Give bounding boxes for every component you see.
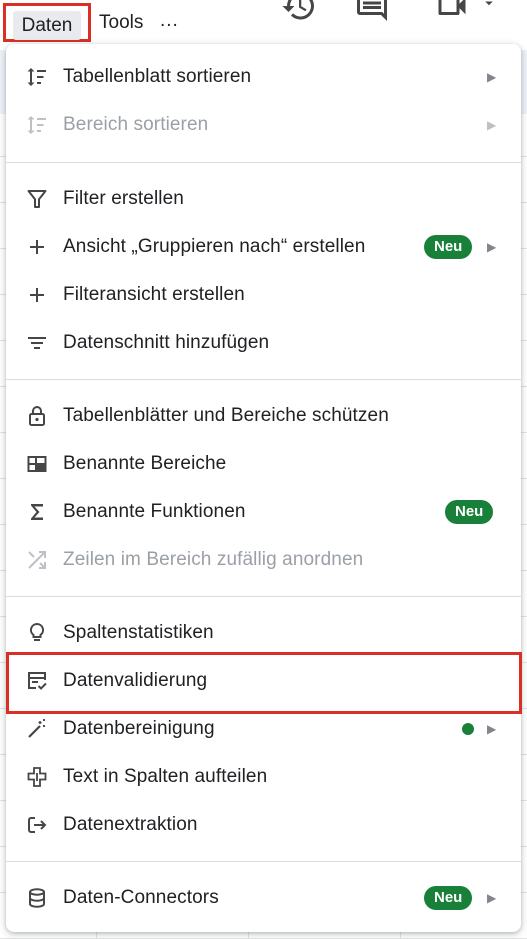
menu-daten[interactable]: Daten <box>13 11 81 40</box>
shuffle-icon <box>28 551 46 569</box>
menu-item-group-by-view[interactable]: Ansicht „Gruppieren nach“ erstellen Neu … <box>6 223 521 271</box>
menu-item-sort-range: Bereich sortieren ▶ <box>6 101 521 149</box>
menu-item-named-ranges[interactable]: Benannte Bereiche <box>6 440 521 488</box>
named-ranges-icon <box>27 456 47 472</box>
menu-item-data-extraction[interactable]: Datenextraktion <box>6 801 521 849</box>
menu-item-column-stats[interactable]: Spaltenstatistiken <box>6 609 521 657</box>
sigma-icon <box>31 504 43 520</box>
slicer-icon <box>28 337 46 349</box>
menu-item-split-text[interactable]: Text in Spalten aufteilen <box>6 753 521 801</box>
menu-item-label: Tabellenblatt sortieren <box>63 66 252 87</box>
new-badge: Neu <box>424 886 473 910</box>
history-icon[interactable] <box>281 0 317 24</box>
menu-item-label: Tabellenblätter und Bereiche schützen <box>63 405 389 426</box>
menu-divider <box>6 379 521 380</box>
submenu-arrow-icon: ▶ <box>487 891 497 905</box>
menu-item-label: Filteransicht erstellen <box>63 284 245 305</box>
magic-wand-icon <box>28 719 45 738</box>
menu-item-label: Spaltenstatistiken <box>63 622 214 643</box>
menu-item-label: Datenschnitt hinzufügen <box>63 332 270 353</box>
menu-tools[interactable]: Tools <box>99 12 143 34</box>
comment-icon[interactable] <box>354 0 390 24</box>
submenu-arrow-icon: ▶ <box>487 70 497 84</box>
sort-icon <box>27 68 46 86</box>
daten-menu-dropdown: Tabellenblatt sortieren ▶ Bereich sortie… <box>6 44 522 932</box>
sort-icon <box>27 116 46 134</box>
menu-item-create-filter-view[interactable]: Filteransicht erstellen <box>6 271 521 319</box>
video-icon[interactable] <box>434 0 470 24</box>
new-badge: Neu <box>445 500 494 524</box>
status-dot <box>462 723 474 735</box>
menu-item-label: Daten-Connectors <box>63 887 219 908</box>
new-badge: Neu <box>424 235 473 259</box>
menu-item-add-slicer[interactable]: Datenschnitt hinzufügen <box>6 319 521 367</box>
menu-bar: Daten Tools ... <box>0 0 527 50</box>
lightbulb-icon <box>29 622 45 641</box>
menu-item-label: Filter erstellen <box>63 188 184 209</box>
menu-divider <box>6 596 521 597</box>
menu-item-named-functions[interactable]: Benannte Funktionen Neu <box>6 488 521 536</box>
filter-icon <box>27 190 47 208</box>
menu-item-data-connectors[interactable]: Daten-Connectors Neu ▶ <box>6 874 521 922</box>
menu-more[interactable]: ... <box>160 10 179 32</box>
data-validation-highlight-box <box>6 652 522 714</box>
lock-icon <box>29 406 45 426</box>
menu-item-label: Zeilen im Bereich zufällig anordnen <box>63 549 364 570</box>
submenu-arrow-icon: ▶ <box>487 240 497 254</box>
menu-divider <box>6 861 521 862</box>
split-columns-icon <box>27 767 47 787</box>
plus-icon <box>30 288 44 302</box>
menu-item-label: Benannte Funktionen <box>63 501 246 522</box>
chevron-down-icon[interactable] <box>480 0 498 12</box>
menu-item-label: Datenextraktion <box>63 814 198 835</box>
plus-icon <box>30 240 44 254</box>
menu-item-sort-sheet[interactable]: Tabellenblatt sortieren ▶ <box>6 53 521 101</box>
database-icon <box>29 888 45 908</box>
extract-icon <box>28 817 47 833</box>
menu-item-create-filter[interactable]: Filter erstellen <box>6 175 521 223</box>
menu-item-label: Ansicht „Gruppieren nach“ erstellen <box>63 236 366 257</box>
submenu-arrow-icon: ▶ <box>487 118 497 132</box>
menu-daten-highlight: Daten <box>3 3 91 42</box>
menu-divider <box>6 162 521 163</box>
menu-item-label: Text in Spalten aufteilen <box>63 766 268 787</box>
menu-item-randomize-range: Zeilen im Bereich zufällig anordnen <box>6 536 521 584</box>
menu-item-label: Bereich sortieren <box>63 114 209 135</box>
menu-item-protect-sheets[interactable]: Tabellenblätter und Bereiche schützen <box>6 392 521 440</box>
menu-item-label: Benannte Bereiche <box>63 453 227 474</box>
